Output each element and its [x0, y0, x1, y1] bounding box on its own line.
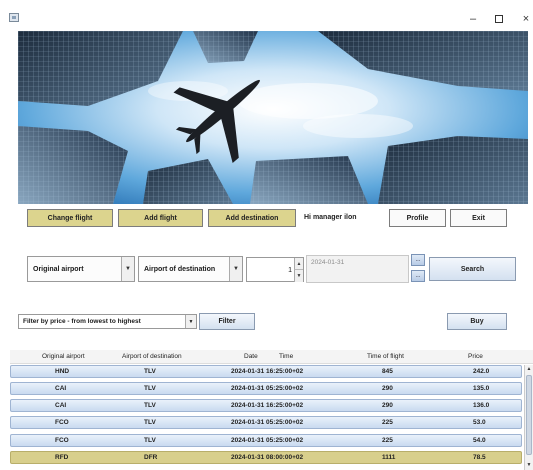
manager-greeting: Hi manager ilon	[304, 214, 357, 221]
cell-destination: TLV	[144, 402, 156, 409]
cell-datetime: 2024-01-31 05:25:00+02	[231, 419, 304, 426]
passenger-count-value: 1	[288, 267, 292, 274]
header-original-airport[interactable]: Original airport	[42, 353, 85, 360]
destination-airport-value: Airport of destination	[144, 265, 216, 273]
table-row[interactable]: FCO TLV 2024-01-31 05:25:00+02 225 53.0	[10, 416, 522, 429]
cell-duration: 1111	[382, 454, 396, 461]
flights-table-header: Original airport Airport of destination …	[10, 350, 533, 364]
cell-price: 135.0	[473, 385, 490, 392]
origin-airport-select[interactable]: Original airport ▼	[27, 256, 135, 282]
scroll-thumb[interactable]	[526, 375, 532, 455]
scroll-down-icon[interactable]: ▼	[525, 461, 533, 470]
cell-origin: RFD	[55, 454, 69, 461]
banner-image	[18, 31, 528, 204]
maximize-icon	[495, 15, 503, 23]
cell-price: 242.0	[473, 368, 490, 375]
flights-table-body: HND TLV 2024-01-31 16:25:00+02 845 242.0 CAI T…	[10, 365, 522, 470]
table-row[interactable]: FCO TLV 2024-01-31 05:25:00+02 225 54.0	[10, 434, 522, 447]
cell-datetime: 2024-01-31 08:00:00+02	[231, 454, 304, 461]
chevron-down-icon[interactable]: ▼	[185, 315, 196, 328]
maximize-button[interactable]	[489, 11, 509, 27]
cell-destination: DFR	[144, 454, 158, 461]
cell-price: 53.0	[473, 419, 486, 426]
cell-destination: TLV	[144, 385, 156, 392]
header-destination[interactable]: Airport of destination	[122, 353, 182, 360]
destination-airport-select[interactable]: Airport of destination ▼	[138, 256, 243, 282]
cell-datetime: 2024-01-31 16:25:00+02	[231, 402, 304, 409]
cell-duration: 845	[382, 368, 393, 375]
buy-button[interactable]: Buy	[447, 313, 507, 330]
table-scrollbar[interactable]: ▲ ▼	[524, 365, 533, 470]
price-filter-select[interactable]: Filter by price - from lowest to highest…	[18, 314, 197, 329]
cell-destination: TLV	[144, 419, 156, 426]
cell-price: 54.0	[473, 437, 486, 444]
cell-price: 78.5	[473, 454, 486, 461]
cell-price: 136.0	[473, 402, 490, 409]
cell-origin: HND	[55, 368, 70, 375]
add-flight-button[interactable]: Add flight	[118, 209, 203, 227]
date-picker-button[interactable]: ...	[411, 254, 425, 266]
header-time-of-flight[interactable]: Time of flight	[367, 353, 404, 360]
date-picker-button-2[interactable]: ...	[411, 270, 425, 282]
search-button[interactable]: Search	[429, 257, 516, 281]
header-price[interactable]: Price	[468, 353, 483, 360]
profile-button[interactable]: Profile	[389, 209, 446, 227]
passenger-count-spinner[interactable]: 1 ▲ ▼	[246, 257, 304, 282]
table-row[interactable]: CAI TLV 2024-01-31 05:25:00+02 290 135.0	[10, 382, 522, 395]
app-window-icon	[9, 13, 19, 22]
cell-duration: 225	[382, 419, 393, 426]
table-row[interactable]: RFD DFR 2024-01-31 08:00:00+02 1111 78.5	[10, 451, 522, 464]
cell-origin: FCO	[55, 419, 69, 426]
origin-airport-value: Original airport	[33, 265, 84, 273]
window-titlebar: – ×	[0, 0, 533, 30]
header-time[interactable]: Time	[279, 353, 293, 360]
change-flight-button[interactable]: Change flight	[27, 209, 113, 227]
chevron-down-icon[interactable]: ▼	[229, 257, 242, 281]
cell-origin: CAI	[55, 402, 67, 409]
table-row[interactable]: CAI TLV 2024-01-31 16:25:00+02 290 136.0	[10, 399, 522, 412]
add-destination-button[interactable]: Add destination	[208, 209, 296, 227]
spinner-down-icon[interactable]: ▼	[294, 270, 303, 282]
exit-button[interactable]: Exit	[450, 209, 507, 227]
date-value: 2024-01-31	[311, 259, 345, 266]
cell-duration: 290	[382, 385, 393, 392]
cell-duration: 225	[382, 437, 393, 444]
cell-origin: FCO	[55, 437, 69, 444]
chevron-down-icon[interactable]: ▼	[121, 257, 134, 281]
spinner-up-icon[interactable]: ▲	[294, 258, 303, 270]
cell-origin: CAI	[55, 385, 67, 392]
date-field[interactable]: 2024-01-31	[306, 255, 409, 283]
cell-destination: TLV	[144, 437, 156, 444]
cell-datetime: 2024-01-31 05:25:00+02	[231, 385, 304, 392]
scroll-up-icon[interactable]: ▲	[525, 365, 533, 374]
cell-datetime: 2024-01-31 05:25:00+02	[231, 437, 304, 444]
minimize-button[interactable]: –	[463, 11, 483, 27]
price-filter-value: Filter by price - from lowest to highest	[23, 318, 141, 325]
close-button[interactable]: ×	[516, 11, 533, 27]
cell-duration: 290	[382, 402, 393, 409]
cell-destination: TLV	[144, 368, 156, 375]
filter-button[interactable]: Filter	[199, 313, 255, 330]
table-row[interactable]: HND TLV 2024-01-31 16:25:00+02 845 242.0	[10, 365, 522, 378]
header-date[interactable]: Date	[244, 353, 258, 360]
cell-datetime: 2024-01-31 16:25:00+02	[231, 368, 304, 375]
